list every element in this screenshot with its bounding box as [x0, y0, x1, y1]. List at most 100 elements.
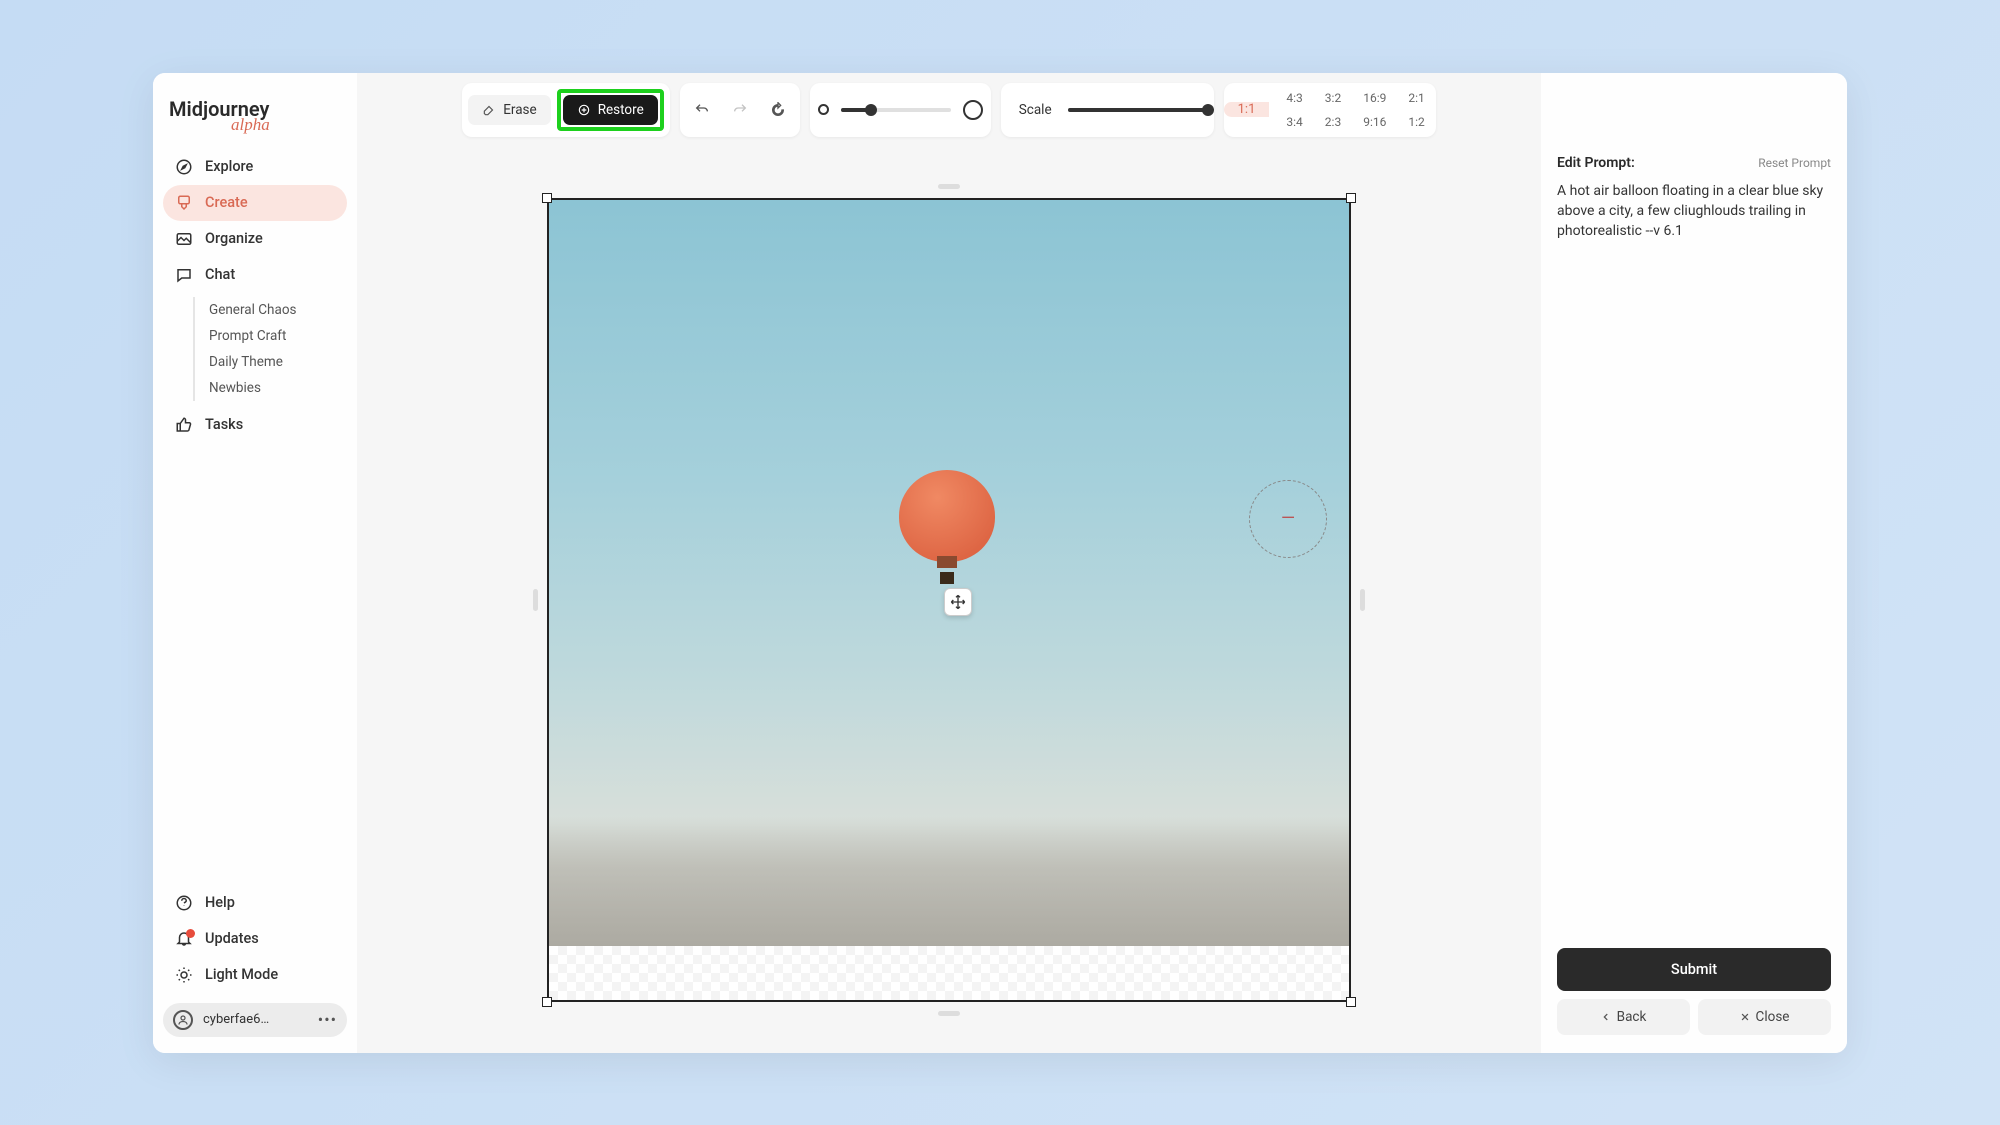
sidebar-item-explore[interactable]: Explore [163, 149, 347, 185]
logo-sub-text: alpha [231, 115, 341, 135]
sidebar-label: Organize [205, 230, 263, 247]
notification-badge [186, 929, 195, 938]
brush-small-icon [818, 104, 829, 115]
reset-button[interactable] [762, 94, 794, 126]
brush-icon [175, 194, 193, 212]
redo-button[interactable] [724, 94, 756, 126]
toolbar: Erase Restore [357, 73, 1541, 147]
chat-channel-item[interactable]: Newbies [209, 375, 347, 401]
slider-track[interactable] [841, 108, 951, 112]
sidebar-item-light-mode[interactable]: Light Mode [163, 957, 347, 993]
button-label: Back [1617, 1009, 1647, 1025]
chat-channel-item[interactable]: Daily Theme [209, 349, 347, 375]
more-icon[interactable]: ••• [318, 1010, 337, 1029]
canvas-area: — [357, 147, 1541, 1053]
submit-button[interactable]: Submit [1557, 948, 1831, 991]
close-button[interactable]: Close [1698, 999, 1831, 1035]
edge-handle-left[interactable] [533, 589, 538, 611]
city-skyline [549, 816, 1349, 946]
tool-group-mode: Erase Restore [462, 83, 670, 137]
sidebar-label: Light Mode [205, 966, 278, 983]
prompt-text[interactable]: A hot air balloon floating in a clear bl… [1557, 181, 1831, 242]
ratio-option[interactable]: 1:2 [1397, 110, 1435, 134]
move-handle[interactable] [944, 588, 972, 616]
sidebar-item-help[interactable]: Help [163, 885, 347, 921]
sidebar-label: Help [205, 894, 235, 911]
edge-handle-right[interactable] [1360, 589, 1365, 611]
sidebar: Midjourney alpha Explore Create Organize… [153, 73, 357, 1053]
restore-button[interactable]: Restore [563, 95, 658, 125]
chevron-left-icon [1601, 1012, 1611, 1022]
bell-icon [175, 930, 193, 948]
crop-handle-br[interactable] [1346, 997, 1356, 1007]
slider-thumb[interactable] [1202, 104, 1214, 116]
chat-channels: General Chaos Prompt Craft Daily Theme N… [193, 297, 347, 401]
sun-icon [175, 966, 193, 984]
crop-handle-tl[interactable] [542, 193, 552, 203]
brush-size-slider[interactable] [810, 83, 991, 137]
right-panel: Edit Prompt: Reset Prompt A hot air ball… [1541, 73, 1847, 1053]
sidebar-item-chat[interactable]: Chat [163, 257, 347, 293]
chat-channel-item[interactable]: General Chaos [209, 297, 347, 323]
slider-track[interactable] [1068, 108, 1208, 112]
ratio-option[interactable]: 16:9 [1352, 86, 1397, 110]
tool-group-history [680, 83, 800, 137]
transparency-checker [549, 946, 1349, 1000]
right-panel-actions: Submit Back Close [1557, 948, 1831, 1035]
ratio-active[interactable]: 1:1 [1224, 102, 1270, 117]
chat-icon [175, 266, 193, 284]
crop-handle-tr[interactable] [1346, 193, 1356, 203]
sidebar-item-tasks[interactable]: Tasks [163, 407, 347, 443]
button-label: Close [1756, 1009, 1790, 1025]
ratio-grid: 4:3 3:2 16:9 2:1 3:4 2:3 9:16 1:2 [1275, 86, 1435, 134]
sidebar-item-updates[interactable]: Updates [163, 921, 347, 957]
ratio-option[interactable]: 4:3 [1275, 86, 1313, 110]
erase-icon [482, 103, 496, 117]
edge-handle-bottom[interactable] [938, 1011, 960, 1016]
highlight-box: Restore [557, 89, 664, 131]
crop-handle-bl[interactable] [542, 997, 552, 1007]
ratio-option[interactable]: 2:1 [1397, 86, 1435, 110]
image-icon [175, 230, 193, 248]
canvas-frame[interactable]: — [547, 198, 1351, 1002]
thumbs-up-icon [175, 416, 193, 434]
button-label: Erase [503, 102, 536, 118]
edge-handle-top[interactable] [938, 184, 960, 189]
button-label: Restore [598, 102, 644, 118]
user-name: cyberfae6… [203, 1012, 308, 1027]
sidebar-label: Explore [205, 158, 253, 175]
scale-slider-group: Scale [1001, 83, 1214, 137]
back-button[interactable]: Back [1557, 999, 1690, 1035]
compass-icon [175, 158, 193, 176]
brush-large-icon [963, 100, 983, 120]
brush-cursor: — [1249, 480, 1327, 558]
aspect-ratio-group: 1:1 4:3 3:2 16:9 2:1 3:4 2:3 9:16 1:2 [1224, 83, 1436, 137]
hot-air-balloon [899, 470, 995, 580]
ratio-option[interactable]: 9:16 [1352, 110, 1397, 134]
ratio-option[interactable]: 3:4 [1275, 110, 1313, 134]
ratio-option[interactable]: 2:3 [1314, 110, 1352, 134]
prompt-header: Edit Prompt: Reset Prompt [1557, 155, 1831, 171]
avatar-icon [173, 1010, 193, 1030]
main-editor: Erase Restore [357, 73, 1541, 1053]
reset-prompt-link[interactable]: Reset Prompt [1758, 156, 1831, 170]
logo: Midjourney alpha [163, 89, 347, 149]
sidebar-label: Tasks [205, 416, 243, 433]
sidebar-item-create[interactable]: Create [163, 185, 347, 221]
sidebar-label: Create [205, 194, 248, 211]
slider-thumb[interactable] [865, 104, 877, 116]
app-window: Midjourney alpha Explore Create Organize… [153, 73, 1847, 1053]
sidebar-label: Chat [205, 266, 235, 283]
user-chip[interactable]: cyberfae6… ••• [163, 1003, 347, 1037]
canvas-image[interactable]: — [547, 198, 1351, 1002]
erase-button[interactable]: Erase [468, 95, 550, 125]
help-icon [175, 894, 193, 912]
sidebar-item-organize[interactable]: Organize [163, 221, 347, 257]
restore-icon [577, 103, 591, 117]
ratio-option[interactable]: 3:2 [1314, 86, 1352, 110]
chat-channel-item[interactable]: Prompt Craft [209, 323, 347, 349]
sidebar-label: Updates [205, 930, 259, 947]
undo-button[interactable] [686, 94, 718, 126]
scale-label: Scale [1007, 102, 1062, 118]
slider-fill [1068, 108, 1208, 112]
